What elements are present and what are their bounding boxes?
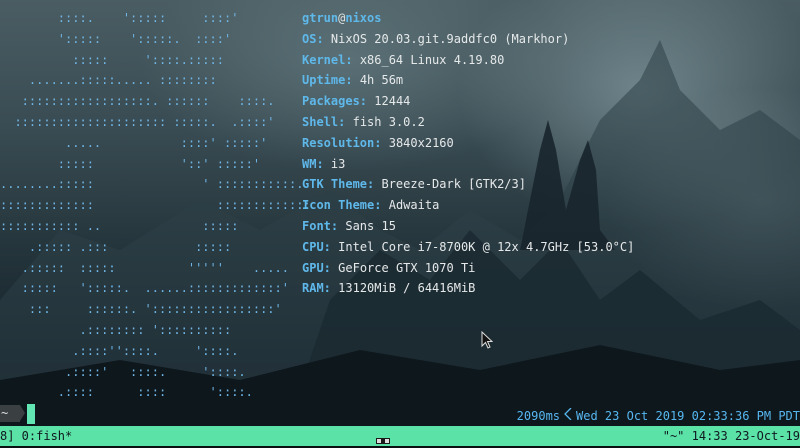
info-row: Uptime: 4h 56m bbox=[302, 70, 634, 91]
logo-line: ::::::::::: .. ::::: bbox=[0, 218, 239, 233]
info-key: GPU: bbox=[302, 260, 331, 275]
info-row: WM: i3 bbox=[302, 154, 634, 175]
logo-line: ::::::::::::: ::::::::::::: bbox=[0, 198, 311, 213]
info-rows: OS: NixOS 20.03.git.9addfc0 (Markhor) Ker… bbox=[302, 29, 634, 299]
info-key: Packages: bbox=[302, 94, 368, 109]
info-key: Kernel: bbox=[302, 52, 353, 67]
info-key: GTK Theme: bbox=[302, 177, 375, 192]
nixos-ascii-logo: ::::. '::::: ::::' '::::: ':::::. ::::' … bbox=[0, 8, 311, 403]
logo-line: ::::::::::::::::::. :::::: ::::. bbox=[0, 94, 275, 109]
info-value: Sans 15 bbox=[345, 218, 396, 233]
info-value: GeForce GTX 1070 Ti bbox=[338, 260, 476, 275]
info-row: CPU: Intel Core i7-8700K @ 12x 4.7GHz [5… bbox=[302, 237, 634, 258]
terminal-window[interactable]: ::::. '::::: ::::' '::::: ':::::. ::::' … bbox=[0, 0, 800, 448]
info-row: Packages: 12444 bbox=[302, 91, 634, 112]
logo-line: .::::: ::::: ''''' ..... bbox=[0, 260, 289, 275]
command-duration: 2090ms bbox=[516, 409, 561, 423]
info-key: OS: bbox=[302, 31, 324, 46]
info-value: 3840x2160 bbox=[388, 135, 454, 150]
prompt-datetime: Wed 23 Oct 2019 02:33:36 PM PDT bbox=[576, 409, 800, 423]
info-row: OS: NixOS 20.03.git.9addfc0 (Markhor) bbox=[302, 29, 634, 50]
logo-line: .:::::::: ':::::::::: bbox=[0, 322, 232, 337]
right-prompt: 2090ms Wed 23 Oct 2019 02:33:36 PM PDT bbox=[516, 407, 800, 423]
info-value: fish 3.0.2 bbox=[352, 114, 425, 129]
info-row: Icon Theme: Adwaita bbox=[302, 195, 634, 216]
info-key: WM: bbox=[302, 156, 324, 171]
logo-line: ::::: '::::.::::: bbox=[0, 52, 224, 67]
info-row: Font: Sans 15 bbox=[302, 216, 634, 237]
logo-line: ::::::::::::::::::::: :::::. .::::' bbox=[0, 114, 275, 129]
logo-line: .::::''::::. '::::. bbox=[0, 343, 239, 358]
logo-line: ::::: ':::::. ......:::::::::::::' bbox=[0, 281, 289, 296]
info-key: Resolution: bbox=[302, 135, 382, 150]
info-row: Kernel: x86_64 Linux 4.19.80 bbox=[302, 50, 634, 71]
info-key: RAM: bbox=[302, 281, 331, 296]
cwd-segment: ~ bbox=[0, 405, 20, 422]
hostname: nixos bbox=[345, 11, 382, 25]
info-value: 13120MiB / 64416MiB bbox=[338, 281, 476, 296]
info-row: RAM: 13120MiB / 64416MiB bbox=[302, 278, 634, 299]
info-row: GTK Theme: Breeze-Dark [GTK2/3] bbox=[302, 174, 634, 195]
logo-line: ::::: '::' :::::' bbox=[0, 156, 261, 171]
tmux-window-list[interactable]: 8] 0:fish* bbox=[0, 426, 72, 446]
chevron-left-icon bbox=[564, 407, 572, 423]
info-value: 12444 bbox=[374, 94, 411, 109]
info-key: Uptime: bbox=[302, 73, 353, 88]
shell-prompt[interactable]: ~ 2090ms Wed 23 Oct 2019 02:33:36 PM PDT bbox=[0, 404, 800, 424]
info-value: NixOS 20.03.git.9addfc0 (Markhor) bbox=[330, 31, 570, 46]
logo-line: ::::. '::::: ::::' bbox=[0, 11, 239, 25]
info-value: x86_64 Linux 4.19.80 bbox=[359, 52, 505, 67]
tmux-status-bar: 8] 0:fish* "~" 14:33 23-Oct-19 bbox=[0, 426, 800, 446]
info-row: Shell: fish 3.0.2 bbox=[302, 112, 634, 133]
user-host-line: gtrun@nixos bbox=[302, 8, 634, 29]
username: gtrun bbox=[302, 11, 339, 25]
info-value: Breeze-Dark [GTK2/3] bbox=[381, 177, 526, 192]
logo-line: .::::: .::: ::::: bbox=[0, 239, 232, 254]
info-key: Font: bbox=[302, 218, 339, 233]
info-value: 4h 56m bbox=[359, 73, 404, 88]
logo-line: ........::::: ' :::::::::::. bbox=[0, 177, 304, 192]
mouse-pointer-icon bbox=[481, 331, 493, 349]
info-key: CPU: bbox=[302, 239, 331, 254]
info-value: Adwaita bbox=[388, 198, 440, 213]
text-cursor[interactable] bbox=[27, 404, 35, 424]
logo-line: '::::: ':::::. ::::' bbox=[0, 31, 232, 46]
info-key: Icon Theme: bbox=[302, 198, 382, 213]
logo-line: ..... ::::' :::::' bbox=[0, 135, 268, 150]
bar-grip-icon bbox=[376, 438, 390, 444]
tmux-status-right: "~" 14:33 23-Oct-19 bbox=[662, 429, 800, 443]
system-info-panel: gtrun@nixos OS: NixOS 20.03.git.9addfc0 … bbox=[302, 8, 634, 299]
logo-line: .::::' ::::. '::::. bbox=[0, 364, 246, 379]
prompt-arrow-icon bbox=[20, 405, 25, 421]
info-row: Resolution: 3840x2160 bbox=[302, 133, 634, 154]
info-key: Shell: bbox=[302, 114, 346, 129]
logo-line: ::: ::::::. ':::::::::::::::::' bbox=[0, 302, 282, 317]
info-value: Intel Core i7-8700K @ 12x 4.7GHz [53.0°C… bbox=[338, 239, 635, 254]
cwd-label: ~ bbox=[1, 406, 9, 420]
logo-line: .......:::::..... :::::::: bbox=[0, 73, 217, 88]
info-value: i3 bbox=[330, 156, 346, 171]
logo-line: .:::: :::: '::::. bbox=[0, 385, 253, 400]
info-row: GPU: GeForce GTX 1070 Ti bbox=[302, 258, 634, 279]
